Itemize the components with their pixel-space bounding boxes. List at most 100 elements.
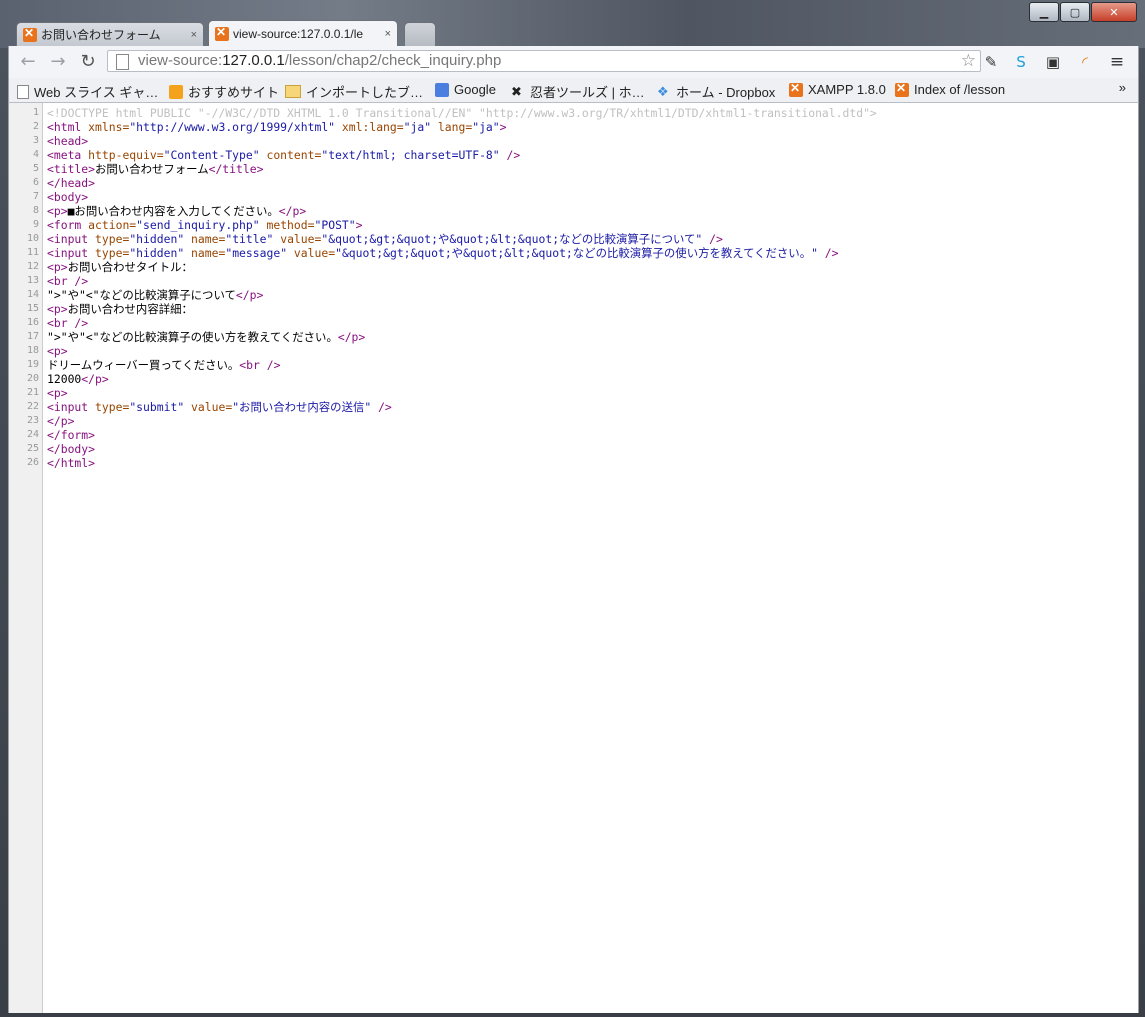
- code-token-attr: name=: [184, 232, 226, 246]
- bookmarks-overflow-button[interactable]: »: [1119, 80, 1126, 95]
- source-line: 17 ">"や"<"などの比較演算子の使い方を教えてください。</p>: [9, 330, 1138, 344]
- line-number: 14: [26, 289, 39, 300]
- code-token-val: "&quot;&gt;&quot;や&quot;&lt;&quot;などの比較演…: [321, 232, 703, 246]
- rss-icon[interactable]: ◜: [1075, 52, 1095, 72]
- line-code: <input type="hidden" name="title" value=…: [47, 232, 723, 246]
- bookmark-item[interactable]: XAMPP 1.8.0: [789, 81, 886, 97]
- line-number: 9: [32, 219, 39, 230]
- bookmark-label: XAMPP 1.8.0: [808, 82, 886, 97]
- line-number: 20: [26, 373, 39, 384]
- address-bar[interactable]: view-source:127.0.0.1/lesson/chap2/check…: [107, 50, 981, 72]
- line-number: 8: [32, 205, 39, 216]
- code-token-tag: <input: [47, 246, 96, 260]
- close-window-button[interactable]: ✕: [1091, 2, 1137, 22]
- bookmark-item[interactable]: インポートしたブ…: [285, 82, 423, 101]
- code-token-val: "ja": [403, 120, 432, 134]
- code-token-tag: <html: [47, 120, 89, 134]
- bookmark-label: Index of /lesson: [914, 82, 1006, 97]
- code-token-val: "hidden": [129, 246, 185, 260]
- code-token-tag: <meta: [47, 148, 89, 162]
- line-code: <p>: [47, 386, 68, 400]
- bookmark-item[interactable]: Web スライス ギャ…: [17, 82, 158, 101]
- tab-title: お問い合わせフォーム: [41, 28, 161, 42]
- bookmark-label: ホーム - Dropbox: [676, 85, 776, 100]
- line-number: 19: [26, 359, 39, 370]
- star-icon[interactable]: ☆: [961, 51, 976, 71]
- line-number: 15: [26, 303, 39, 314]
- source-code: 1 <!DOCTYPE html PUBLIC "-//W3C//DTD XHTM…: [9, 106, 1138, 470]
- bookmark-item[interactable]: Google: [435, 82, 496, 97]
- code-token-tag: </body>: [47, 442, 96, 456]
- code-token-txt: ">"や"<"などの比較演算子について: [47, 288, 236, 302]
- line-number: 26: [26, 457, 39, 468]
- line-code: <br />: [47, 274, 88, 288]
- code-token-attr: name=: [184, 246, 226, 260]
- line-code: <p>: [47, 344, 68, 358]
- toolbar: ← → ↻ view-source:127.0.0.1/lesson/chap2…: [8, 46, 1139, 78]
- line-number: 22: [26, 401, 39, 412]
- source-line: 8 <p>■お問い合わせ内容を入力してください。</p>: [9, 204, 1138, 218]
- line-number: 10: [26, 233, 39, 244]
- line-code: <p>■お問い合わせ内容を入力してください。</p>: [47, 204, 306, 218]
- source-line: 12 <p>お問い合わせタイトル：: [9, 260, 1138, 274]
- source-line: 19 ドリームウィーバー買ってください。<br />: [9, 358, 1138, 372]
- code-token-tag: <br />: [47, 274, 89, 288]
- code-token-tag: <p>: [47, 386, 68, 400]
- google-icon: [435, 82, 449, 97]
- source-line: 5 <title>お問い合わせフォーム</title>: [9, 162, 1138, 176]
- code-token-tag: </html>: [47, 456, 96, 470]
- code-token-val: "&quot;&gt;&quot;や&quot;&lt;&quot;などの比較演…: [335, 246, 818, 260]
- source-line: 3 <head>: [9, 134, 1138, 148]
- code-token-attr: lang=: [431, 120, 473, 134]
- xampp-icon: [789, 81, 803, 97]
- bookmark-item[interactable]: ❖ ホーム - Dropbox: [657, 82, 775, 101]
- line-number: 7: [32, 191, 39, 202]
- code-token-tag: </p>: [81, 372, 109, 386]
- line-number: 6: [32, 177, 39, 188]
- source-line: 6 </head>: [9, 176, 1138, 190]
- tab-view-source[interactable]: view-source:127.0.0.1/le ×: [208, 20, 398, 46]
- reload-icon[interactable]: ↻: [77, 52, 99, 72]
- new-tab-button[interactable]: [404, 22, 436, 46]
- menu-icon[interactable]: ≡: [1107, 52, 1127, 72]
- minimize-button[interactable]: ▁: [1029, 2, 1059, 22]
- line-number: 23: [26, 415, 39, 426]
- line-code: <head>: [47, 134, 88, 148]
- line-number: 21: [26, 387, 39, 398]
- line-number: 18: [26, 345, 39, 356]
- evernote-icon[interactable]: ▣: [1043, 52, 1063, 72]
- tab-inquiry-form[interactable]: お問い合わせフォーム ×: [16, 22, 204, 46]
- line-number: 17: [26, 331, 39, 342]
- tab-close-icon[interactable]: ×: [385, 28, 391, 40]
- bookmark-item[interactable]: ✖ 忍者ツールズ | ホ…: [511, 82, 645, 101]
- line-code: <p>お問い合わせ内容詳細：: [47, 302, 193, 316]
- code-token-val: "POST": [314, 218, 356, 232]
- code-token-tag: />: [817, 246, 839, 260]
- bookmark-item[interactable]: Index of /lesson: [895, 81, 1006, 97]
- line-number: 13: [26, 275, 39, 286]
- line-code: </form>: [47, 428, 95, 442]
- code-token-tag: >: [499, 120, 507, 134]
- bookmark-label: インポートしたブ…: [306, 85, 424, 100]
- forward-icon[interactable]: →: [47, 52, 69, 72]
- line-code: 12000</p>: [47, 372, 109, 386]
- code-token-attr: type=: [95, 246, 130, 260]
- source-line: 26 </html>: [9, 456, 1138, 470]
- eyedropper-icon[interactable]: ✎: [981, 52, 1001, 72]
- window-controls: ▁ ▢ ✕: [1029, 2, 1137, 22]
- code-token-txt: お問い合わせタイトル：: [67, 260, 193, 274]
- code-token-attr: type=: [95, 232, 130, 246]
- source-line: 16 <br />: [9, 316, 1138, 330]
- code-token-tag: <br />: [47, 316, 89, 330]
- back-icon[interactable]: ←: [17, 52, 39, 72]
- source-line: 2 <html xmlns="http://www.w3.org/1999/xht…: [9, 120, 1138, 134]
- code-token-txt: ドリームウィーバー買ってください。: [47, 358, 240, 372]
- source-line: 1 <!DOCTYPE html PUBLIC "-//W3C//DTD XHTM…: [9, 106, 1138, 120]
- bookmark-item[interactable]: おすすめサイト: [169, 82, 279, 101]
- tab-close-icon[interactable]: ×: [191, 29, 197, 41]
- code-token-tag: <form: [47, 218, 89, 232]
- skype-icon[interactable]: S: [1011, 52, 1031, 72]
- code-token-val: "Content-Type": [163, 148, 260, 162]
- maximize-button[interactable]: ▢: [1060, 2, 1090, 22]
- source-line: 25 </body>: [9, 442, 1138, 456]
